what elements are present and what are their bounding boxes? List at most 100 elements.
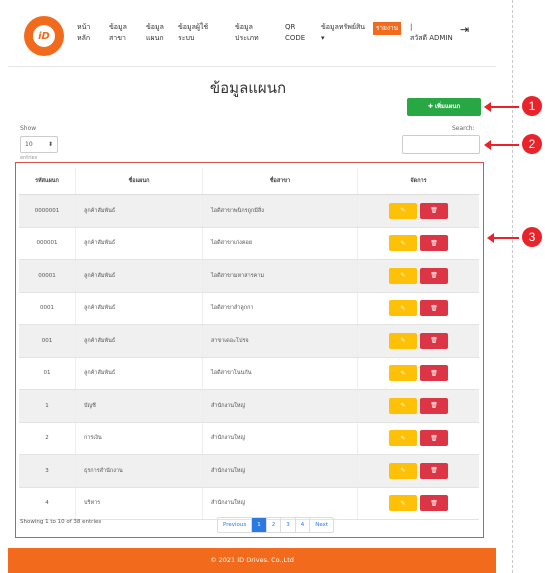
cell-name: บัญชี bbox=[76, 390, 203, 422]
delete-button[interactable]: 🗑 bbox=[420, 430, 448, 447]
table-row: 3 ธุรการสำนักงาน สำนักงานใหญ่ ✎ 🗑 bbox=[19, 455, 479, 488]
nav-asset-line2: ▾ bbox=[321, 34, 325, 42]
user-divider: | bbox=[410, 23, 413, 31]
cell-actions: ✎ 🗑 bbox=[358, 228, 479, 260]
nav-qr-line1: QR bbox=[285, 23, 296, 31]
edit-button[interactable]: ✎ bbox=[389, 332, 417, 349]
callout-badge-2: 2 bbox=[522, 134, 542, 154]
cell-code: 0001 bbox=[19, 292, 76, 324]
delete-button[interactable]: 🗑 bbox=[420, 365, 448, 382]
nav-report-button[interactable]: รายงาน bbox=[373, 22, 401, 35]
edit-button[interactable]: ✎ bbox=[389, 300, 417, 317]
entries-select-value: 10 bbox=[25, 141, 33, 148]
nav-department[interactable]: ข้อมูล แผนก bbox=[146, 22, 164, 44]
nav-department-line2: แผนก bbox=[146, 34, 164, 42]
add-department-button[interactable]: ✚ เพิ่มแผนก bbox=[407, 98, 481, 116]
edit-icon: ✎ bbox=[400, 499, 406, 507]
trash-icon: 🗑 bbox=[430, 369, 438, 377]
logout-icon[interactable]: ⇥ bbox=[460, 23, 469, 36]
cell-actions: ✎ 🗑 bbox=[358, 488, 479, 520]
logo-text: iD bbox=[33, 25, 55, 47]
pagination-next[interactable]: Next bbox=[310, 518, 333, 532]
edit-icon: ✎ bbox=[400, 369, 406, 377]
trash-icon: 🗑 bbox=[430, 434, 438, 442]
cell-code: 0000001 bbox=[19, 195, 76, 227]
navbar-divider bbox=[8, 66, 496, 67]
delete-button[interactable]: 🗑 bbox=[420, 397, 448, 414]
cell-actions: ✎ 🗑 bbox=[358, 358, 479, 390]
cell-branch: ไอดีสาขาพนิกรถูกมีสิ่ง bbox=[203, 195, 358, 227]
edit-button[interactable]: ✎ bbox=[389, 267, 417, 284]
edit-icon: ✎ bbox=[400, 434, 406, 442]
edit-button[interactable]: ✎ bbox=[389, 430, 417, 447]
header-branch[interactable]: ชื่อสาขา bbox=[203, 168, 358, 194]
logo[interactable]: iD bbox=[24, 16, 64, 56]
cell-name: ลูกค้าสัมพันธ์ bbox=[76, 357, 203, 389]
table-row: 01 ลูกค้าสัมพันธ์ ไอดีสาขาโนนกัน ✎ 🗑 bbox=[19, 357, 479, 390]
delete-button[interactable]: 🗑 bbox=[420, 235, 448, 252]
cell-code: 3 bbox=[19, 455, 76, 487]
cell-branch: สำนักงานใหญ่ bbox=[203, 390, 358, 422]
delete-button[interactable]: 🗑 bbox=[420, 267, 448, 284]
table-row: 1 บัญชี สำนักงานใหญ่ ✎ 🗑 bbox=[19, 390, 479, 423]
edit-icon: ✎ bbox=[400, 207, 406, 215]
table-header: รหัสแผนก ชื่อแผนก ชื่อสาขา จัดการ bbox=[19, 168, 479, 195]
nav-branch[interactable]: ข้อมูล สาขา bbox=[109, 22, 127, 44]
edit-icon: ✎ bbox=[400, 239, 406, 247]
trash-icon: 🗑 bbox=[430, 499, 438, 507]
pagination-previous[interactable]: Previous bbox=[218, 518, 253, 532]
cell-code: 00001 bbox=[19, 260, 76, 292]
header-name[interactable]: ชื่อแผนก bbox=[76, 168, 203, 194]
pagination: Previous 1 2 3 4 Next bbox=[217, 517, 335, 533]
cell-branch: ไอดีสาขาโนนกัน bbox=[203, 357, 358, 389]
nav-asset[interactable]: ข้อมูลทรัพย์สิน ▾ bbox=[321, 22, 365, 44]
pagination-page-3[interactable]: 3 bbox=[281, 518, 296, 532]
delete-button[interactable]: 🗑 bbox=[420, 300, 448, 317]
edit-button[interactable]: ✎ bbox=[389, 462, 417, 479]
nav-home[interactable]: หน้า หลัก bbox=[77, 22, 90, 44]
nav-asset-line1: ข้อมูลทรัพย์สิน bbox=[321, 23, 366, 31]
callout-badge-1: 1 bbox=[522, 96, 542, 116]
cell-name: ลูกค้าสัมพันธ์ bbox=[76, 260, 203, 292]
cell-branch: สำนักงานใหญ่ bbox=[203, 422, 358, 454]
pagination-page-1[interactable]: 1 bbox=[252, 518, 267, 532]
callout-arrow-1 bbox=[484, 102, 519, 112]
user-name: สวัสดี ADMIN bbox=[410, 34, 453, 42]
cell-name: การเงิน bbox=[76, 422, 203, 454]
header-code[interactable]: รหัสแผนก bbox=[19, 168, 76, 194]
pagination-page-4[interactable]: 4 bbox=[296, 518, 311, 532]
cell-branch: ไอดีสาขาลำลูกกา bbox=[203, 292, 358, 324]
user-greeting: | สวัสดี ADMIN bbox=[410, 22, 453, 44]
callout-arrow-2 bbox=[484, 140, 519, 150]
delete-button[interactable]: 🗑 bbox=[420, 495, 448, 512]
nav-home-line2: หลัก bbox=[77, 34, 91, 42]
cell-name: ธุรการสำนักงาน bbox=[76, 455, 203, 487]
nav-users[interactable]: ข้อมูลผู้ใช้ ระบบ bbox=[178, 22, 208, 44]
page-guide-line bbox=[512, 0, 513, 573]
edit-button[interactable]: ✎ bbox=[389, 365, 417, 382]
delete-button[interactable]: 🗑 bbox=[420, 202, 448, 219]
cell-code: 001 bbox=[19, 325, 76, 357]
pagination-page-2[interactable]: 2 bbox=[267, 518, 282, 532]
entries-select[interactable]: 10 ⬍ bbox=[20, 136, 58, 153]
edit-button[interactable]: ✎ bbox=[389, 235, 417, 252]
search-label: Search: bbox=[452, 125, 475, 132]
edit-button[interactable]: ✎ bbox=[389, 495, 417, 512]
trash-icon: 🗑 bbox=[430, 272, 438, 280]
nav-branch-line1: ข้อมูล bbox=[109, 23, 127, 31]
table-row: 2 การเงิน สำนักงานใหญ่ ✎ 🗑 bbox=[19, 422, 479, 455]
nav-type[interactable]: ข้อมูล ประเภท bbox=[235, 22, 259, 44]
navbar: iD หน้า หลัก ข้อมูล สาขา ข้อมูล แผนก ข้อมูล… bbox=[8, 0, 496, 66]
delete-button[interactable]: 🗑 bbox=[420, 462, 448, 479]
cell-branch: สาขาเดอะโปรจ bbox=[203, 325, 358, 357]
search-input[interactable] bbox=[402, 135, 480, 154]
page-title: ข้อมูลแผนก bbox=[209, 79, 287, 97]
edit-button[interactable]: ✎ bbox=[389, 397, 417, 414]
delete-button[interactable]: 🗑 bbox=[420, 332, 448, 349]
cell-code: 2 bbox=[19, 422, 76, 454]
chevron-down-icon: ⬍ bbox=[47, 141, 53, 148]
callout-badge-3: 3 bbox=[522, 227, 542, 247]
edit-button[interactable]: ✎ bbox=[389, 202, 417, 219]
cell-code: 000001 bbox=[19, 227, 76, 259]
nav-qr[interactable]: QR CODE bbox=[285, 22, 305, 44]
